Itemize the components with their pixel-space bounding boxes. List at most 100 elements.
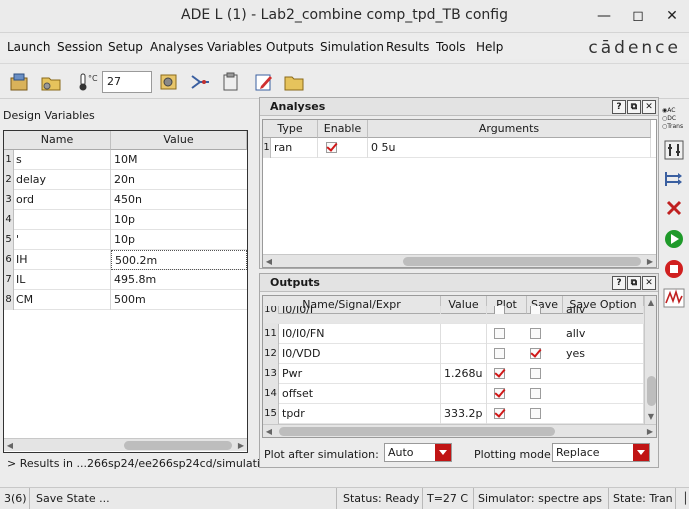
save-option[interactable]: [563, 384, 644, 404]
dc-radio[interactable]: ○DC: [662, 115, 686, 123]
variable-value[interactable]: 495.8m: [111, 270, 247, 290]
enable-checkbox[interactable]: [326, 142, 337, 153]
help-icon[interactable]: ?: [612, 100, 626, 114]
variable-value[interactable]: 450n: [111, 190, 247, 210]
menu-variables[interactable]: Variables: [207, 40, 262, 54]
menu-setup[interactable]: Setup: [108, 40, 143, 54]
outputs-table[interactable]: Name/Signal/Expr Value Plot Save Save Op…: [262, 295, 657, 438]
variable-name[interactable]: IL: [14, 270, 111, 290]
menu-outputs[interactable]: Outputs: [266, 40, 314, 54]
scroll-down-icon[interactable]: ▼: [645, 410, 656, 423]
close-panel-icon[interactable]: ✕: [642, 276, 656, 290]
output-name[interactable]: offset: [279, 384, 441, 404]
scroll-thumb[interactable]: [279, 427, 555, 436]
table-row[interactable]: 5 ' 10p: [4, 230, 247, 250]
scroll-left-icon[interactable]: ◀: [263, 425, 275, 437]
plotting-mode-select[interactable]: Replace: [552, 443, 650, 462]
scroll-right-icon[interactable]: ▶: [644, 255, 656, 267]
clipboard-icon[interactable]: [220, 72, 242, 92]
horizontal-scrollbar[interactable]: ◀ ▶: [263, 254, 656, 267]
scroll-thumb[interactable]: [647, 376, 656, 406]
output-name[interactable]: tpdr: [279, 404, 441, 424]
float-icon[interactable]: ⧉: [627, 276, 641, 290]
resize-grip-icon[interactable]: │: [678, 488, 689, 509]
column-header-name[interactable]: Name: [4, 131, 111, 150]
save-checkbox[interactable]: [530, 368, 541, 379]
dropdown-arrow-icon[interactable]: [633, 444, 649, 461]
plot-outputs-icon[interactable]: [662, 287, 686, 309]
scroll-left-icon[interactable]: ◀: [4, 439, 16, 452]
scroll-thumb[interactable]: [403, 257, 641, 266]
analysis-type-radio-group[interactable]: ◉AC ○DC ○Trans: [662, 107, 686, 135]
save-option[interactable]: allv: [563, 324, 644, 344]
plot-checkbox[interactable]: [494, 368, 505, 379]
table-row[interactable]: 15 tpdr 333.2p: [263, 404, 644, 424]
column-header-value[interactable]: Value: [111, 131, 247, 150]
plot-checkbox[interactable]: [494, 388, 505, 399]
table-row[interactable]: 12 I0/VDD yes: [263, 344, 644, 364]
vertical-scrollbar[interactable]: ▲ ▼: [644, 296, 656, 424]
table-row[interactable]: 11 I0/I0/FN allv: [263, 324, 644, 344]
stop-simulation-icon[interactable]: [662, 258, 686, 280]
scroll-thumb[interactable]: [124, 441, 232, 450]
table-row[interactable]: 4 10p: [4, 210, 247, 230]
variable-value[interactable]: 10p: [111, 210, 247, 230]
menu-session[interactable]: Session: [57, 40, 103, 54]
open-session-icon[interactable]: [9, 72, 31, 92]
signal-routing-icon[interactable]: [662, 168, 686, 190]
menu-analyses[interactable]: Analyses: [150, 40, 204, 54]
variable-name[interactable]: IH: [14, 250, 111, 270]
variable-name[interactable]: CM: [14, 290, 111, 310]
temperature-input[interactable]: 27: [102, 71, 152, 93]
load-state-icon[interactable]: [40, 72, 62, 92]
close-panel-icon[interactable]: ✕: [642, 100, 656, 114]
save-option[interactable]: [563, 364, 644, 384]
analysis-type[interactable]: ran: [271, 138, 318, 158]
trans-radio[interactable]: ○Trans: [662, 123, 686, 131]
scroll-left-icon[interactable]: ◀: [263, 255, 275, 267]
output-name[interactable]: I0/I0/FN: [279, 324, 441, 344]
variable-name[interactable]: delay: [14, 170, 111, 190]
table-row[interactable]: 2 delay 20n: [4, 170, 247, 190]
ac-radio[interactable]: ◉AC: [662, 107, 686, 115]
save-checkbox[interactable]: [530, 328, 541, 339]
run-simulation-icon[interactable]: [662, 228, 686, 250]
table-row[interactable]: 6 IH 500.2m: [4, 250, 247, 270]
output-name[interactable]: I0/VDD: [279, 344, 441, 364]
analysis-arguments[interactable]: 0 5u: [368, 138, 651, 158]
scroll-right-icon[interactable]: ▶: [644, 425, 656, 437]
table-row[interactable]: 14 offset: [263, 384, 644, 404]
minimize-icon[interactable]: —: [594, 6, 614, 26]
table-row[interactable]: 3 ord 450n: [4, 190, 247, 210]
edit-icon[interactable]: [253, 72, 275, 92]
temperature-icon[interactable]: °C: [76, 72, 98, 92]
variable-value[interactable]: 500m: [111, 290, 247, 310]
analyses-table[interactable]: Type Enable Arguments 1 ran 0 5u ◀ ▶: [262, 119, 657, 268]
table-row[interactable]: 1 s 10M: [4, 150, 247, 170]
variable-value[interactable]: 10M: [111, 150, 247, 170]
setup-analysis-icon[interactable]: [662, 139, 686, 161]
enable-cell[interactable]: [318, 138, 368, 158]
save-checkbox[interactable]: [530, 388, 541, 399]
variable-name[interactable]: ord: [14, 190, 111, 210]
dropdown-arrow-icon[interactable]: [435, 444, 451, 461]
scroll-right-icon[interactable]: ▶: [235, 439, 247, 452]
table-row[interactable]: 1 ran 0 5u: [263, 138, 656, 158]
save-option[interactable]: yes: [563, 344, 644, 364]
menu-launch[interactable]: Launch: [7, 40, 50, 54]
menu-simulation[interactable]: Simulation: [320, 40, 384, 54]
plot-checkbox[interactable]: [494, 348, 505, 359]
menu-help[interactable]: Help: [476, 40, 503, 54]
table-row[interactable]: 8 CM 500m: [4, 290, 247, 310]
netlist-icon[interactable]: [189, 72, 211, 92]
plot-after-select[interactable]: Auto: [384, 443, 452, 462]
variable-name[interactable]: ': [14, 230, 111, 250]
menu-results[interactable]: Results: [386, 40, 429, 54]
save-checkbox[interactable]: [530, 348, 541, 359]
variable-name[interactable]: s: [14, 150, 111, 170]
variable-value[interactable]: 20n: [111, 170, 247, 190]
plot-checkbox[interactable]: [494, 328, 505, 339]
menu-tools[interactable]: Tools: [436, 40, 466, 54]
maximize-icon[interactable]: ◻: [628, 6, 648, 26]
horizontal-scrollbar[interactable]: ◀ ▶: [263, 424, 656, 437]
